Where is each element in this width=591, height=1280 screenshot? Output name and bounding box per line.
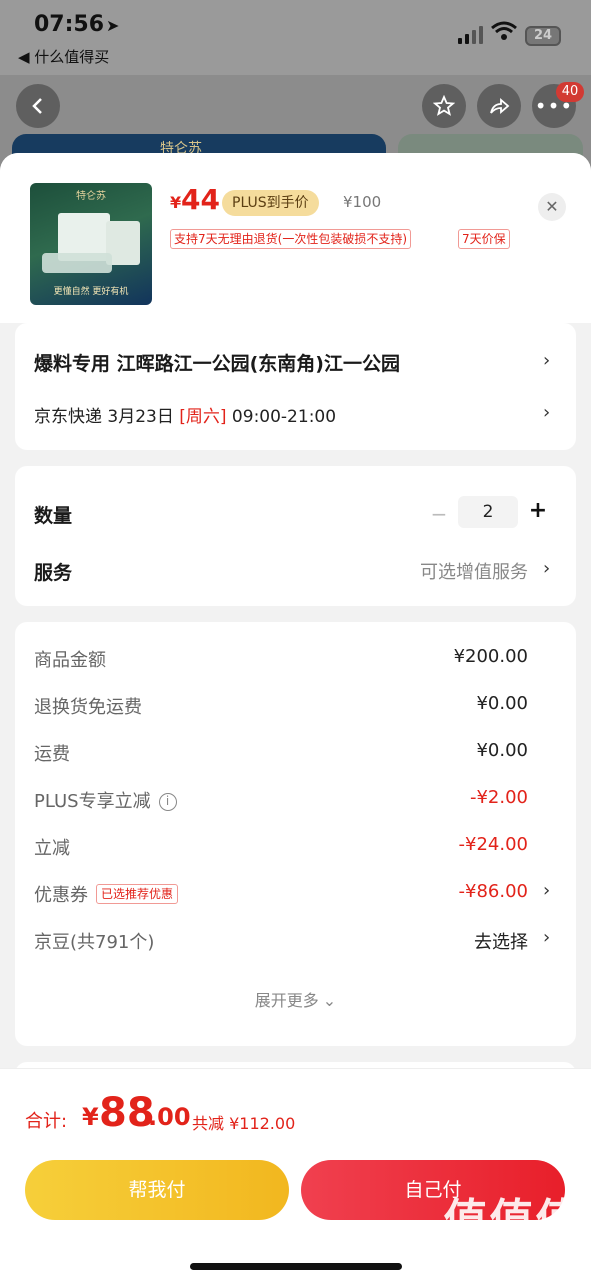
plus-discount-label: PLUS专享立减	[34, 791, 151, 812]
share-arrow-icon	[490, 98, 510, 114]
cellular-signal-icon	[458, 26, 483, 44]
plus-price-tag: PLUS到手价	[222, 190, 319, 216]
plus-discount-value: -¥2.00	[469, 787, 528, 808]
back-button[interactable]	[16, 84, 60, 128]
delivery-weekday: [周六]	[179, 407, 227, 427]
quantity-label: 数量	[34, 505, 73, 527]
plus-discount-row: PLUS专享立减 i	[34, 787, 177, 813]
goods-amount-label: 商品金额	[34, 650, 106, 671]
return-freight-label: 退换货免运费	[34, 697, 142, 718]
instant-discount-value: -¥24.00	[458, 834, 528, 855]
price-currency: ¥	[170, 193, 182, 212]
instant-discount-label: 立减	[34, 838, 70, 859]
goods-amount-value: ¥200.00	[453, 646, 528, 667]
back-to-app-link[interactable]: ◀ 什么值得买	[18, 46, 109, 67]
close-button[interactable]: ✕	[538, 193, 566, 221]
status-bar: 07:56 ➤ ◀ 什么值得买 24	[0, 0, 591, 75]
jingdou-label: 京豆(共791个)	[34, 932, 155, 953]
chevron-down-icon: ⌄	[322, 991, 337, 1010]
chevron-right-icon: ›	[543, 880, 551, 901]
product-image-slogan: 更懂自然 更好有机	[53, 287, 129, 297]
delivery-date: 京东快递 3月23日	[34, 407, 180, 427]
product-summary: 特仑苏 更懂自然 更好有机 ¥ 44 PLUS到手价 ¥100 ✕ 支持7天无理…	[0, 153, 591, 323]
coupon-row[interactable]: 优惠券 已选推荐优惠	[34, 881, 179, 907]
freight-label: 运费	[34, 744, 70, 765]
battery-icon: 24	[525, 26, 561, 46]
delivery-schedule[interactable]: 京东快递 3月23日 [周六] 09:00-21:00	[34, 402, 336, 427]
close-icon: ✕	[545, 197, 559, 216]
total-amount-decimal: .00	[148, 1103, 191, 1131]
price-protect-tag: 7天价保	[458, 229, 510, 249]
service-label: 服务	[34, 562, 73, 584]
delivery-time: 09:00-21:00	[226, 407, 337, 427]
total-currency: ¥	[82, 1103, 99, 1131]
status-time: 07:56	[34, 12, 105, 37]
home-indicator[interactable]	[190, 1263, 402, 1270]
product-image: 特仑苏 更懂自然 更好有机	[30, 183, 152, 305]
freight-value: ¥0.00	[476, 740, 528, 761]
coupon-recommended-tag: 已选推荐优惠	[96, 884, 179, 904]
notification-badge: 40	[556, 82, 584, 102]
chevron-right-icon: ›	[543, 350, 551, 371]
decrease-quantity-button[interactable]: −	[429, 502, 449, 526]
chevron-left-icon	[32, 98, 42, 114]
quantity-service-card: 数量 − 2 + 服务 可选增值服务 ›	[15, 466, 576, 606]
chevron-right-icon: ›	[543, 402, 551, 423]
original-price: ¥100	[343, 193, 382, 211]
address-card[interactable]: 爆料专用 江晖路江一公园(东南角)江一公园 › 京东快递 3月23日 [周六] …	[15, 323, 576, 450]
service-selector[interactable]: 可选增值服务	[420, 558, 528, 584]
watermark-text: 值值值	[443, 1195, 582, 1246]
star-icon	[433, 95, 455, 116]
chevron-right-icon: ›	[543, 558, 551, 579]
product-price: 44	[181, 183, 220, 216]
wifi-icon	[491, 21, 517, 40]
share-button[interactable]	[477, 84, 521, 128]
product-bottles-shape	[42, 253, 112, 273]
help-me-pay-button[interactable]: 帮我付	[25, 1160, 289, 1220]
delivery-address[interactable]: 爆料专用 江晖路江一公园(东南角)江一公园	[34, 349, 524, 376]
location-arrow-icon: ➤	[106, 16, 120, 35]
chevron-right-icon: ›	[543, 927, 551, 948]
jingdou-select-button[interactable]: 去选择	[474, 928, 528, 954]
watermark-logo: 值值值 zhizhizhi.com	[440, 1196, 585, 1276]
expand-more-label: 展开更多	[254, 991, 319, 1010]
expand-more-button[interactable]: 展开更多 ⌄	[15, 987, 576, 1011]
return-policy-tag: 支持7天无理由退货(一次性包装破损不支持)	[170, 229, 411, 249]
total-amount-integer: 88	[99, 1090, 155, 1136]
quantity-input[interactable]: 2	[458, 496, 518, 528]
watermark-url: zhizhizhi.com	[458, 1246, 567, 1262]
increase-quantity-button[interactable]: +	[527, 498, 549, 523]
favorite-button[interactable]	[422, 84, 466, 128]
total-savings: 共减 ¥112.00	[192, 1114, 296, 1133]
product-image-brand: 特仑苏	[76, 191, 106, 202]
coupon-value[interactable]: -¥86.00	[459, 881, 528, 902]
coupon-label: 优惠券	[34, 885, 88, 906]
total-label: 合计:	[25, 1111, 68, 1132]
fee-breakdown-card: 商品金额 ¥200.00 退换货免运费 ¥0.00 运费 ¥0.00 PLUS专…	[15, 622, 576, 1046]
return-freight-value: ¥0.00	[476, 693, 528, 714]
info-icon[interactable]: i	[158, 793, 177, 811]
